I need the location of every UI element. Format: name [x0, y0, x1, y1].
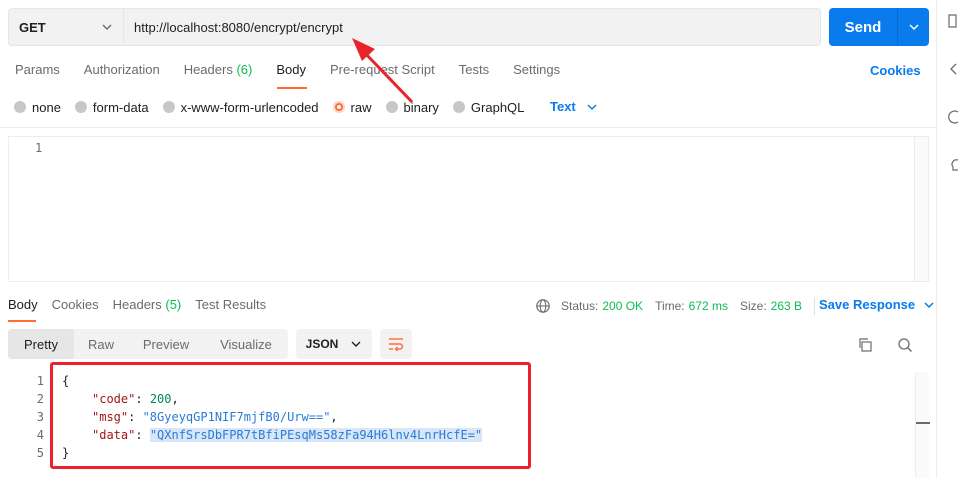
search-icon[interactable] [897, 337, 913, 353]
annotation-highlight-box [50, 362, 531, 469]
globe-icon[interactable] [535, 298, 551, 314]
chevron-down-icon [351, 341, 361, 347]
tab-count: (5) [165, 297, 182, 312]
tab-label: Body [8, 297, 38, 312]
wrap-lines-button[interactable] [380, 329, 412, 359]
chevron-left-icon[interactable] [948, 62, 959, 76]
response-status: Status: 200 OK Time: 672 ms Size: 263 B [535, 297, 825, 315]
view-mode-raw[interactable]: Raw [74, 329, 128, 359]
docs-icon[interactable] [948, 14, 959, 28]
active-tab-indicator [8, 320, 36, 322]
chevron-down-icon [908, 24, 919, 31]
save-response-label: Save Response [819, 297, 916, 312]
tab-tests[interactable]: Tests [459, 62, 489, 84]
view-mode-visualize[interactable]: Visualize [204, 329, 288, 359]
save-response-button[interactable]: Save Response [819, 297, 935, 312]
status-label: Status: [561, 299, 599, 313]
tab-response-body[interactable]: Body [8, 297, 38, 312]
divider [814, 297, 816, 315]
radio-label: GraphQL [470, 99, 525, 115]
body-format-label: Text [550, 99, 576, 114]
response-scrollbar[interactable] [915, 372, 930, 478]
response-format-label: JSON [305, 337, 339, 351]
tab-label: Settings [513, 62, 561, 77]
size-value[interactable]: 263 B [771, 299, 802, 313]
line-number: 1 [36, 374, 44, 388]
status-value[interactable]: 200 OK [602, 299, 643, 313]
tab-label: Tests [458, 62, 490, 77]
tab-label: Test Results [195, 297, 267, 312]
tab-response-cookies[interactable]: Cookies [52, 297, 99, 312]
scroll-marker [916, 422, 930, 424]
body-format-select[interactable]: Text [550, 99, 598, 114]
divider [0, 127, 936, 128]
response-format-select[interactable]: JSON [296, 329, 372, 359]
send-label: Send [844, 18, 882, 36]
send-button[interactable]: Send [829, 8, 929, 46]
time-value[interactable]: 672 ms [689, 299, 728, 313]
tab-label: Headers [112, 297, 162, 312]
tab-label: Cookies [51, 297, 99, 312]
radio-dot [452, 101, 465, 113]
line-number: 5 [36, 446, 44, 460]
radio-graphql[interactable]: GraphQL [452, 99, 525, 115]
line-number: 3 [36, 410, 44, 424]
view-mode-preview[interactable]: Preview [128, 329, 204, 359]
time-label: Time: [655, 299, 685, 313]
send-options-button[interactable] [898, 21, 929, 33]
chevron-down-icon [587, 103, 597, 110]
line-number: 2 [36, 392, 44, 406]
tab-response-headers[interactable]: Headers (5) [113, 297, 182, 312]
tab-test-results[interactable]: Test Results [195, 297, 266, 312]
response-tabs: Body Cookies Headers (5) Test Results [8, 297, 280, 312]
info-icon[interactable] [948, 110, 959, 124]
cookies-link[interactable]: Cookies [870, 63, 921, 78]
side-panel-divider [936, 0, 937, 478]
line-number: 1 [35, 141, 43, 155]
view-mode-pretty[interactable]: Pretty [8, 329, 74, 359]
request-body-editor[interactable]: 1 [8, 136, 929, 282]
view-mode-group: Pretty Raw Preview Visualize [8, 329, 288, 359]
line-number: 4 [36, 428, 44, 442]
wrap-lines-icon [389, 338, 404, 351]
bulb-icon[interactable] [948, 158, 959, 172]
size-label: Size: [739, 299, 767, 313]
annotation-arrow-icon [352, 38, 414, 104]
tab-settings[interactable]: Settings [513, 62, 560, 84]
copy-icon[interactable] [857, 337, 873, 353]
editor-scrollbar[interactable] [914, 137, 928, 281]
chevron-down-icon [924, 301, 934, 308]
